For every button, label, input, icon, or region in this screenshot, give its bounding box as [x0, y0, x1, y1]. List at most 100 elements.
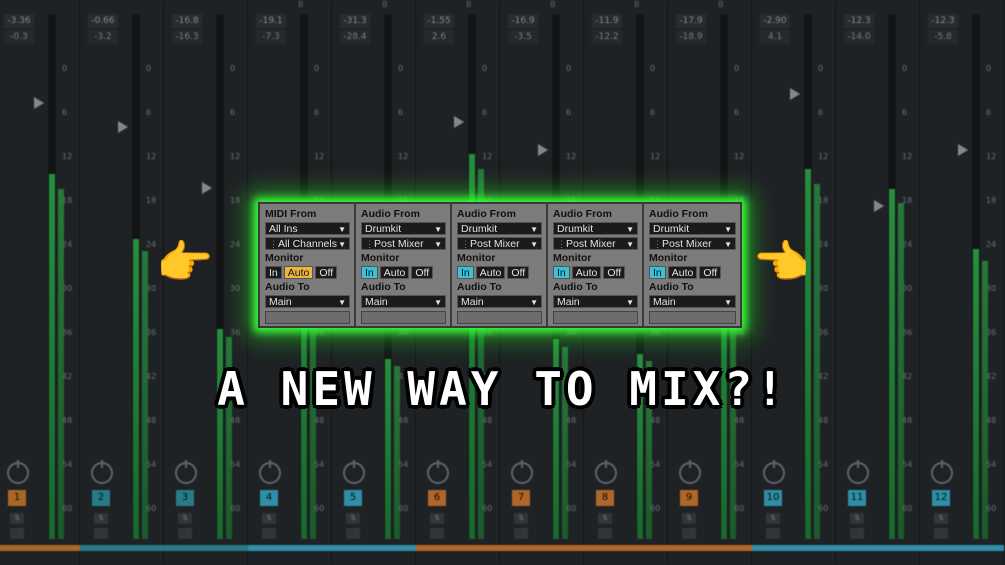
- channel-volume-readout[interactable]: -19.1: [256, 14, 286, 28]
- track-number-button[interactable]: 9: [680, 490, 698, 506]
- monitor-auto-button[interactable]: Auto: [667, 266, 698, 279]
- monitor-in-button[interactable]: In: [649, 266, 666, 279]
- track-number-button[interactable]: 12: [932, 490, 950, 506]
- pan-knob[interactable]: [259, 460, 281, 484]
- monitor-off-button[interactable]: Off: [699, 266, 722, 279]
- volume-fader-handle[interactable]: [790, 88, 800, 100]
- monitor-off-button[interactable]: Off: [411, 266, 434, 279]
- pan-knob[interactable]: [679, 460, 701, 484]
- solo-button[interactable]: S: [94, 513, 108, 524]
- channel-volume-readout[interactable]: -16.8: [172, 14, 202, 28]
- solo-button[interactable]: S: [598, 513, 612, 524]
- track-number-button[interactable]: 11: [848, 490, 866, 506]
- record-arm-button[interactable]: [934, 528, 948, 539]
- channel-volume-readout[interactable]: -0.66: [88, 14, 118, 28]
- pan-knob[interactable]: [595, 460, 617, 484]
- monitor-auto-button[interactable]: Auto: [283, 266, 314, 279]
- pan-knob[interactable]: [175, 460, 197, 484]
- solo-button[interactable]: S: [262, 513, 276, 524]
- solo-button[interactable]: S: [346, 513, 360, 524]
- input-source-dropdown[interactable]: Drumkit ▼: [361, 222, 446, 235]
- track-number-button[interactable]: 3: [176, 490, 194, 506]
- monitor-in-button[interactable]: In: [553, 266, 570, 279]
- output-channel-field[interactable]: [457, 311, 542, 324]
- input-source-dropdown[interactable]: Drumkit ▼: [553, 222, 638, 235]
- record-arm-button[interactable]: [430, 528, 444, 539]
- input-channel-dropdown[interactable]: ⋮ Post Mixer ▼: [457, 237, 542, 250]
- monitor-off-button[interactable]: Off: [603, 266, 626, 279]
- pan-knob[interactable]: [931, 460, 953, 484]
- track-number-button[interactable]: 1: [8, 490, 26, 506]
- channel-volume-readout[interactable]: -31.3: [340, 14, 370, 28]
- solo-button[interactable]: S: [934, 513, 948, 524]
- channel-volume-readout[interactable]: -17.9: [676, 14, 706, 28]
- monitor-auto-button[interactable]: Auto: [379, 266, 410, 279]
- output-destination-dropdown[interactable]: Main ▼: [553, 295, 638, 308]
- record-arm-button[interactable]: [10, 528, 24, 539]
- solo-button[interactable]: S: [850, 513, 864, 524]
- monitor-in-button[interactable]: In: [457, 266, 474, 279]
- pan-knob[interactable]: [511, 460, 533, 484]
- channel-volume-readout[interactable]: -2.90: [760, 14, 790, 28]
- track-number-button[interactable]: 8: [596, 490, 614, 506]
- pan-knob[interactable]: [763, 460, 785, 484]
- input-channel-dropdown[interactable]: ⋮ All Channels ▼: [265, 237, 350, 250]
- solo-button[interactable]: S: [430, 513, 444, 524]
- record-arm-button[interactable]: [262, 528, 276, 539]
- output-channel-field[interactable]: [361, 311, 446, 324]
- volume-fader-handle[interactable]: [118, 121, 128, 133]
- solo-button[interactable]: S: [766, 513, 780, 524]
- pan-knob[interactable]: [91, 460, 113, 484]
- channel-volume-readout[interactable]: -12.3: [928, 14, 958, 28]
- input-source-dropdown[interactable]: All Ins ▼: [265, 222, 350, 235]
- solo-button[interactable]: S: [514, 513, 528, 524]
- input-channel-dropdown[interactable]: ⋮ Post Mixer ▼: [553, 237, 638, 250]
- output-channel-field[interactable]: [649, 311, 736, 324]
- volume-fader-handle[interactable]: [958, 144, 968, 156]
- output-channel-field[interactable]: [553, 311, 638, 324]
- monitor-off-button[interactable]: Off: [315, 266, 338, 279]
- pan-knob[interactable]: [847, 460, 869, 484]
- volume-fader-handle[interactable]: [874, 200, 884, 212]
- track-number-button[interactable]: 10: [764, 490, 782, 506]
- record-arm-button[interactable]: [766, 528, 780, 539]
- output-destination-dropdown[interactable]: Main ▼: [649, 295, 736, 308]
- record-arm-button[interactable]: [514, 528, 528, 539]
- solo-button[interactable]: S: [10, 513, 24, 524]
- channel-volume-readout[interactable]: -3.36: [4, 14, 34, 28]
- volume-fader-handle[interactable]: [538, 144, 548, 156]
- pan-knob[interactable]: [427, 460, 449, 484]
- volume-fader-handle[interactable]: [34, 97, 44, 109]
- record-arm-button[interactable]: [682, 528, 696, 539]
- record-arm-button[interactable]: [850, 528, 864, 539]
- output-destination-dropdown[interactable]: Main ▼: [361, 295, 446, 308]
- track-number-button[interactable]: 2: [92, 490, 110, 506]
- input-channel-dropdown[interactable]: ⋮ Post Mixer ▼: [649, 237, 736, 250]
- output-destination-dropdown[interactable]: Main ▼: [265, 295, 350, 308]
- record-arm-button[interactable]: [346, 528, 360, 539]
- solo-button[interactable]: S: [178, 513, 192, 524]
- output-destination-dropdown[interactable]: Main ▼: [457, 295, 542, 308]
- track-number-button[interactable]: 5: [344, 490, 362, 506]
- track-number-button[interactable]: 6: [428, 490, 446, 506]
- monitor-auto-button[interactable]: Auto: [571, 266, 602, 279]
- record-arm-button[interactable]: [598, 528, 612, 539]
- record-arm-button[interactable]: [178, 528, 192, 539]
- channel-volume-readout[interactable]: -12.3: [844, 14, 874, 28]
- track-number-button[interactable]: 7: [512, 490, 530, 506]
- input-source-dropdown[interactable]: Drumkit ▼: [649, 222, 736, 235]
- channel-volume-readout[interactable]: -16.9: [508, 14, 538, 28]
- monitor-off-button[interactable]: Off: [507, 266, 530, 279]
- input-source-dropdown[interactable]: Drumkit ▼: [457, 222, 542, 235]
- monitor-in-button[interactable]: In: [361, 266, 378, 279]
- record-arm-button[interactable]: [94, 528, 108, 539]
- solo-button[interactable]: S: [682, 513, 696, 524]
- volume-fader-handle[interactable]: [454, 116, 464, 128]
- pan-knob[interactable]: [7, 460, 29, 484]
- channel-volume-readout[interactable]: -1.55: [424, 14, 454, 28]
- monitor-in-button[interactable]: In: [265, 266, 282, 279]
- channel-volume-readout[interactable]: -11.9: [592, 14, 622, 28]
- pan-knob[interactable]: [343, 460, 365, 484]
- input-channel-dropdown[interactable]: ⋮ Post Mixer ▼: [361, 237, 446, 250]
- track-number-button[interactable]: 4: [260, 490, 278, 506]
